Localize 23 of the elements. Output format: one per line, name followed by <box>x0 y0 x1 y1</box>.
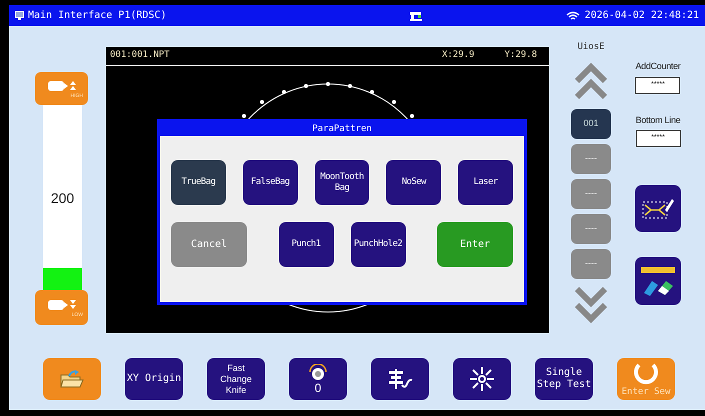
counter-label: Bottom Line <box>636 114 680 126</box>
pattern-button[interactable]: FalseBag <box>242 160 298 205</box>
toolbar-button[interactable]: Single Step Test <box>535 358 593 400</box>
y-coordinate: Y:29.8 <box>504 49 537 62</box>
dialog-title: ParaPattren <box>311 123 373 136</box>
speed-value: 200 <box>50 189 76 208</box>
pattern-list-item[interactable]: 001 <box>571 108 611 138</box>
enter-button[interactable]: Enter <box>437 222 513 267</box>
counter-label: AddCounter <box>635 60 681 73</box>
file-name: 001:001.NPT <box>110 49 171 62</box>
list-title: UiosE <box>577 41 605 54</box>
x-coordinate: X:29.9 <box>442 49 474 62</box>
datetime: 2026-04-02 22:48:21 <box>584 9 699 23</box>
pattern-button[interactable]: PunchHole2 <box>350 222 406 267</box>
toolbar-button[interactable]: Fast Change Knife <box>207 358 265 400</box>
pattern-button[interactable]: TrueBag <box>171 160 226 205</box>
toolbar-button[interactable]: 0 <box>289 358 347 400</box>
pattern-button[interactable]: Punch1 <box>278 222 334 267</box>
pattern-button[interactable]: NoSew <box>386 160 442 205</box>
toolbar-button[interactable]: XY Origin <box>125 358 183 400</box>
pattern-button[interactable]: Laser <box>458 160 513 205</box>
pattern-button[interactable]: MoonTooth Bag <box>314 160 370 205</box>
window-title: Main Interface P1(RDSC) <box>28 9 166 23</box>
